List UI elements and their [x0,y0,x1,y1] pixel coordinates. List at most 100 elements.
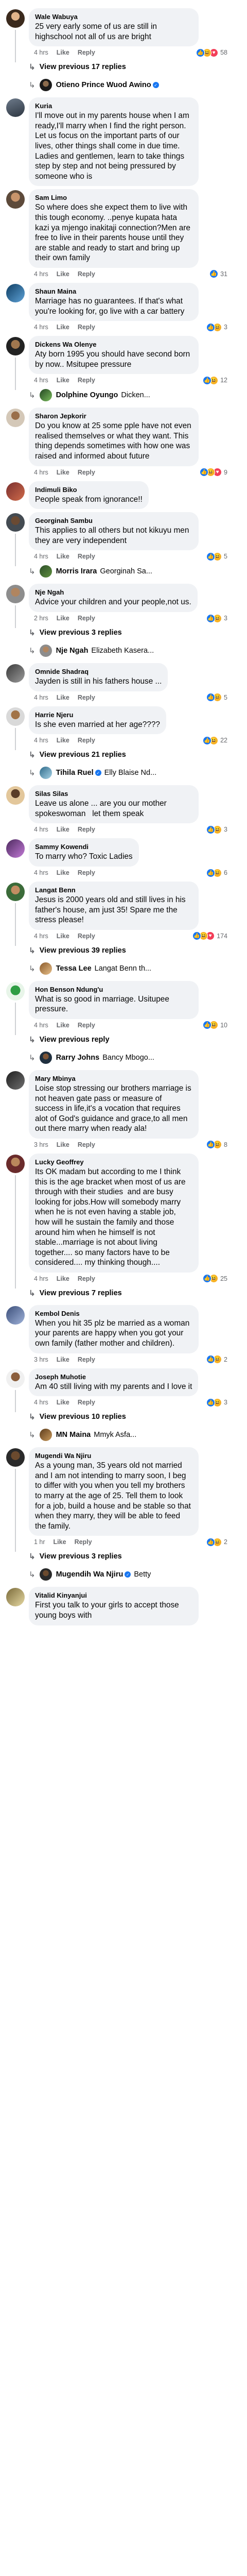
comment-author[interactable]: Vitalid Kinyanjui [35,1591,192,1600]
reaction-summary[interactable]: 👍 😆 12 [203,376,227,385]
avatar[interactable] [39,767,52,779]
reaction-summary[interactable]: 👍 😆 22 [203,736,227,745]
comment-author[interactable]: Hon Benson Ndung'u [35,985,192,994]
like-button[interactable]: Like [57,869,69,876]
avatar[interactable] [6,337,25,356]
reply-button[interactable]: Reply [75,1538,92,1546]
avatar[interactable] [6,839,25,858]
reply-button[interactable]: Reply [78,553,95,560]
reply-button[interactable]: Reply [78,1399,95,1406]
reply-button[interactable]: Reply [78,1275,95,1282]
comment-timestamp[interactable]: 3 hrs [34,1356,48,1363]
reply-button[interactable]: Reply [78,49,95,56]
reaction-summary[interactable]: 👍 😆 2 [206,1355,227,1364]
view-replies-label[interactable]: View previous 3 replies [40,1552,122,1561]
comment-timestamp[interactable]: 4 hrs [34,270,48,278]
comment-timestamp[interactable]: 4 hrs [34,826,48,833]
view-previous-replies[interactable]: ↳ View previous 21 replies [0,746,247,764]
reply-preview[interactable]: ↳ MN Maina Mmyk Asfa... [0,1426,247,1444]
reply-button[interactable]: Reply [78,1356,95,1363]
reply-preview[interactable]: ↳ Otieno Prince Wuod Awino ✓ [0,76,247,94]
like-button[interactable]: Like [57,1399,69,1406]
reaction-summary[interactable]: 👍 😆 3 [206,614,227,623]
avatar[interactable] [6,707,25,726]
comment-author[interactable]: Sam Limo [35,193,192,202]
avatar[interactable] [6,1369,25,1388]
reply-button[interactable]: Reply [78,469,95,476]
like-button[interactable]: Like [57,826,69,833]
comment-author[interactable]: Mary Mbinya [35,1074,192,1083]
reply-author[interactable]: MN Maina [56,1431,91,1439]
view-replies-label[interactable]: View previous 3 replies [40,629,122,637]
like-button[interactable]: Like [54,1538,66,1546]
like-button[interactable]: Like [57,933,69,940]
reply-preview[interactable]: ↳ Nje Ngah Elizabeth Kasera... [0,641,247,660]
reply-button[interactable]: Reply [78,270,95,278]
comment-author[interactable]: Sammy Kowendi [35,842,133,851]
reply-button[interactable]: Reply [78,324,95,331]
comment-timestamp[interactable]: 4 hrs [34,1399,48,1406]
like-button[interactable]: Like [57,553,69,560]
comment-author[interactable]: Kembol Denis [35,1309,192,1318]
reaction-summary[interactable]: 👍 😆 8 [206,1140,227,1149]
reaction-summary[interactable]: 👍 😆 3 [206,1398,227,1407]
avatar[interactable] [6,482,25,501]
comment-timestamp[interactable]: 4 hrs [34,1022,48,1029]
avatar[interactable] [39,1429,52,1442]
comment-author[interactable]: Indimuli Biko [35,485,143,494]
reply-preview[interactable]: ↳ Morris Irara Georginah Sa... [0,562,247,581]
comment-author[interactable]: Sharon Jepkorir [35,412,192,420]
reply-author[interactable]: Tihila Ruel [56,769,94,777]
like-button[interactable]: Like [57,469,69,476]
like-button[interactable]: Like [57,377,69,384]
reaction-summary[interactable]: 👍 😆 10 [203,1021,227,1030]
view-previous-replies[interactable]: ↳ View previous 7 replies [0,1284,247,1302]
avatar[interactable] [6,981,25,1001]
avatar[interactable] [6,1306,25,1325]
comment-timestamp[interactable]: 1 hr [34,1538,45,1546]
reply-author[interactable]: Dolphine Oyungo [56,391,118,399]
reply-button[interactable]: Reply [78,1022,95,1029]
reply-button[interactable]: Reply [78,933,95,940]
reply-button[interactable]: Reply [78,826,95,833]
reaction-summary[interactable]: 👍 😆 ♥ 58 [196,48,227,57]
comment-timestamp[interactable]: 4 hrs [34,869,48,876]
reply-preview[interactable]: ↳ Tessa Lee Langat Benn th... [0,959,247,978]
reply-preview[interactable]: ↳ Rarry Johns Bancy Mbogo... [0,1048,247,1067]
comment-author[interactable]: Silas Silas [35,789,192,798]
comment-timestamp[interactable]: 4 hrs [34,377,48,384]
avatar[interactable] [6,190,25,209]
comment-author[interactable]: Joseph Muhotie [35,1372,192,1381]
avatar[interactable] [6,409,25,428]
avatar[interactable] [39,962,52,975]
reaction-summary[interactable]: 👍 😆 3 [206,825,227,834]
like-button[interactable]: Like [57,1356,69,1363]
avatar[interactable] [39,1051,52,1064]
avatar[interactable] [6,585,25,604]
comment-author[interactable]: Dickens Wa Olenye [35,340,192,349]
comment-author[interactable]: Harrie Njeru [35,710,160,719]
avatar[interactable] [6,283,25,302]
reply-preview[interactable]: ↳ Tihila Ruel ✓ Elly Blaise Nd... [0,764,247,782]
reply-preview[interactable]: ↳ Dolphine Oyungo Dicken... [0,386,247,404]
reaction-summary[interactable]: 👍 😆 6 [206,868,227,877]
reply-author[interactable]: Nje Ngah [56,647,89,655]
avatar[interactable] [39,1568,52,1581]
view-replies-label[interactable]: View previous reply [40,1036,110,1044]
comment-author[interactable]: Georginah Sambu [35,516,192,525]
reply-preview[interactable]: ↳ Mugendih Wa Njiru ✓ Betty [0,1565,247,1584]
avatar[interactable] [6,98,25,117]
comment-timestamp[interactable]: 3 hrs [34,1141,48,1148]
view-replies-label[interactable]: View previous 21 replies [40,751,126,759]
reaction-summary[interactable]: 👍 😆 5 [206,693,227,702]
comment-author[interactable]: Mugendi Wa Njiru [35,1451,192,1460]
avatar[interactable] [6,1448,25,1467]
like-button[interactable]: Like [57,1141,69,1148]
reply-button[interactable]: Reply [78,869,95,876]
view-replies-label[interactable]: View previous 39 replies [40,946,126,955]
comment-author[interactable]: Omnide Shadraq [35,667,162,676]
comment-timestamp[interactable]: 4 hrs [34,933,48,940]
view-previous-replies[interactable]: ↳ View previous 39 replies [0,942,247,959]
like-button[interactable]: Like [57,615,69,622]
avatar[interactable] [39,79,52,92]
